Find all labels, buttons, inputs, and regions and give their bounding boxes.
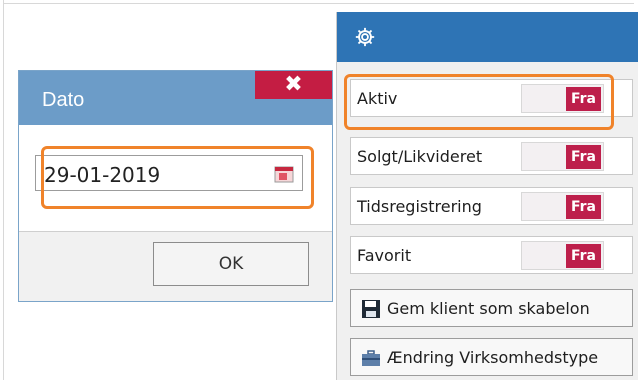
- save-icon: [362, 300, 380, 318]
- setting-row-favorit: Favorit Fra: [350, 236, 633, 274]
- setting-label: Solgt/Likvideret: [357, 147, 483, 166]
- settings-panel: Aktiv Fra Solgt/Likvideret Fra Tidsregis…: [336, 12, 638, 380]
- solgt-toggle[interactable]: Fra: [521, 142, 604, 171]
- setting-label: Favorit: [357, 246, 412, 265]
- change-company-type-button[interactable]: Ændring Virksomhedstype: [350, 338, 633, 376]
- dialog-title: Dato: [42, 89, 85, 111]
- save-template-button[interactable]: Gem klient som skabelon: [350, 289, 633, 327]
- briefcase-icon: [362, 350, 380, 366]
- tidsregistrering-toggle[interactable]: Fra: [521, 192, 604, 221]
- panel-header: [337, 12, 638, 62]
- toggle-state: Fra: [566, 195, 601, 219]
- button-label: Gem klient som skabelon: [387, 299, 590, 318]
- favorit-toggle[interactable]: Fra: [521, 241, 604, 270]
- ok-button[interactable]: OK: [153, 242, 309, 286]
- setting-row-tidsregistrering: Tidsregistrering Fra: [350, 187, 633, 225]
- frame-top-border: [3, 3, 634, 4]
- aktiv-highlight: [344, 74, 614, 130]
- toggle-state: Fra: [566, 145, 601, 169]
- frame-left-border: [3, 0, 4, 380]
- gear-icon[interactable]: [354, 26, 376, 48]
- setting-label: Tidsregistrering: [357, 197, 482, 216]
- toggle-state: Fra: [566, 244, 601, 268]
- setting-row-solgt: Solgt/Likvideret Fra: [350, 137, 633, 175]
- close-button[interactable]: ✖: [255, 71, 332, 99]
- button-label: Ændring Virksomhedstype: [387, 348, 599, 367]
- date-field-highlight: [41, 146, 314, 209]
